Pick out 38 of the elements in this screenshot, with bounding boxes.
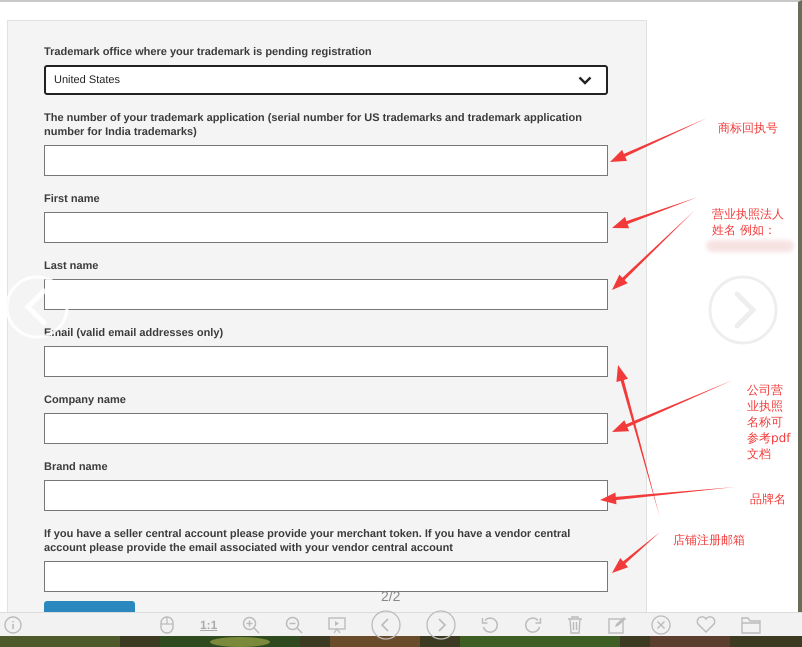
- delete-icon[interactable]: [567, 616, 584, 634]
- field-label: The number of your trademark application (serial number for US trademarks and trademark application number for India trademarks): [44, 111, 583, 139]
- page-counter: 2/2: [381, 588, 400, 604]
- field-label: Trademark office where your trademark is pending registration: [44, 45, 373, 59]
- field-label: Company name: [44, 393, 127, 407]
- zoom-out-icon[interactable]: [285, 616, 304, 634]
- heart-icon[interactable]: [696, 616, 716, 634]
- dropdown[interactable]: United States: [44, 65, 608, 95]
- input-field[interactable]: [44, 145, 608, 176]
- input-field[interactable]: [44, 212, 608, 243]
- info-icon[interactable]: [4, 616, 22, 634]
- annotation-text: 品牌名: [750, 491, 786, 507]
- previous-icon[interactable]: [371, 610, 402, 640]
- annotation-text: 营业执照法人 姓名 例如：: [712, 206, 784, 238]
- field-label: Email (valid email addresses only): [44, 326, 224, 340]
- rotate-right-icon[interactable]: [524, 616, 542, 634]
- chevron-down-icon: [578, 76, 592, 84]
- input-field[interactable]: [44, 279, 608, 310]
- annotation-text: 公司营 业执照 名称可 参考pdf 文档: [747, 382, 790, 462]
- edit-icon[interactable]: [608, 616, 626, 634]
- input-field[interactable]: [44, 346, 608, 377]
- annotation-text: 店铺注册邮箱: [673, 532, 745, 548]
- input-field[interactable]: [44, 561, 608, 592]
- slideshow-icon[interactable]: [328, 616, 346, 634]
- rotate-left-icon[interactable]: [481, 616, 500, 634]
- input-field[interactable]: [44, 413, 608, 444]
- annotation-text: 商标回执号: [718, 120, 778, 136]
- field-label: If you have a seller central account please provide your merchant token. If you have a vendor central account please provide the email associated with your vendor central account: [44, 527, 572, 555]
- folder-icon[interactable]: [741, 616, 762, 634]
- field-label: Last name: [44, 259, 100, 273]
- field-label: Brand name: [44, 460, 109, 474]
- close-icon[interactable]: [651, 614, 672, 634]
- mouse-icon[interactable]: [159, 616, 175, 634]
- field-label: First name: [44, 192, 101, 206]
- input-field[interactable]: [44, 480, 608, 511]
- arrow: [612, 532, 660, 573]
- next-icon[interactable]: [426, 610, 456, 640]
- zoom-in-icon[interactable]: [242, 616, 260, 634]
